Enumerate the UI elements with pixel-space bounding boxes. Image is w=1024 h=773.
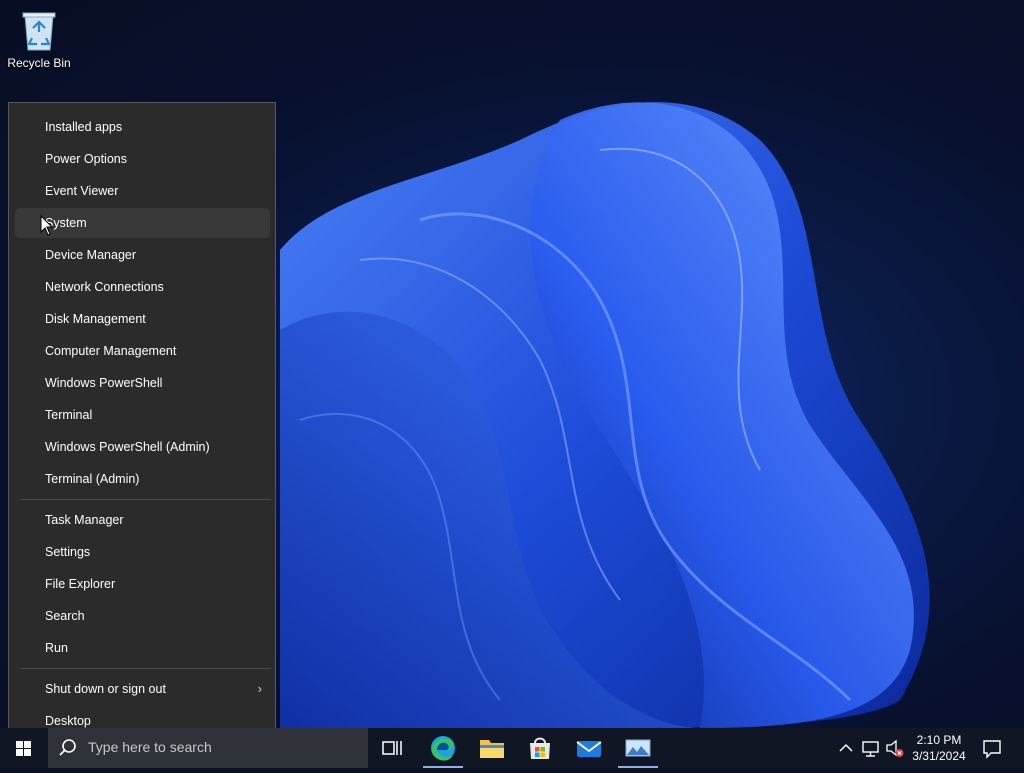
edge-icon (431, 736, 455, 761)
search-icon (59, 739, 76, 756)
winx-context-menu: Installed apps Power Options Event Viewe… (8, 102, 276, 744)
taskbar-app-photos[interactable] (614, 728, 662, 768)
task-view-icon (382, 741, 402, 755)
menu-item-network-connections[interactable]: Network Connections (15, 272, 270, 302)
menu-item-task-manager[interactable]: Task Manager (15, 505, 270, 535)
menu-item-installed-apps[interactable]: Installed apps (15, 112, 270, 142)
file-explorer-icon (480, 740, 504, 758)
mail-icon (576, 741, 602, 757)
volume-muted-icon[interactable] (884, 728, 906, 768)
notification-icon[interactable] (980, 728, 1004, 768)
menu-item-label: Shut down or sign out (45, 682, 166, 696)
menu-item-search[interactable]: Search (15, 601, 270, 631)
clock-date: 3/31/2024 (912, 749, 966, 763)
taskbar-clock[interactable]: 2:10 PM 3/31/2024 (904, 732, 974, 764)
photos-icon (625, 739, 651, 757)
network-icon[interactable] (860, 728, 882, 768)
menu-item-event-viewer[interactable]: Event Viewer (15, 176, 270, 206)
mouse-cursor-icon (40, 215, 54, 236)
taskbar-app-edge[interactable] (419, 728, 467, 768)
start-button[interactable] (0, 728, 48, 768)
menu-item-disk-management[interactable]: Disk Management (15, 304, 270, 334)
menu-item-windows-powershell[interactable]: Windows PowerShell (15, 368, 270, 398)
clock-time: 2:10 PM (916, 733, 962, 747)
menu-separator (21, 499, 271, 500)
chevron-up-icon[interactable] (836, 728, 856, 768)
windows-logo-icon (16, 741, 31, 756)
taskbar-app-microsoft-store[interactable] (516, 728, 564, 768)
menu-item-shut-down-or-sign-out[interactable]: Shut down or sign out › (15, 674, 270, 704)
desktop-icon-label: Recycle Bin (7, 56, 71, 70)
task-view-button[interactable] (368, 728, 416, 768)
chevron-right-icon: › (257, 681, 262, 696)
menu-separator (21, 668, 271, 669)
taskbar: Type here to search 2:10 PM 3/31/2024 (0, 728, 1024, 768)
taskbar-search-box[interactable]: Type here to search (48, 728, 368, 768)
menu-item-settings[interactable]: Settings (15, 537, 270, 567)
recycle-bin-icon (19, 8, 59, 52)
search-placeholder: Type here to search (88, 739, 212, 755)
menu-item-windows-powershell-admin[interactable]: Windows PowerShell (Admin) (15, 432, 270, 462)
menu-item-terminal[interactable]: Terminal (15, 400, 270, 430)
menu-item-terminal-admin[interactable]: Terminal (Admin) (15, 464, 270, 494)
taskbar-app-mail[interactable] (565, 728, 613, 768)
menu-item-device-manager[interactable]: Device Manager (15, 240, 270, 270)
menu-item-power-options[interactable]: Power Options (15, 144, 270, 174)
menu-item-run[interactable]: Run (15, 633, 270, 663)
microsoft-store-icon (530, 737, 550, 759)
menu-item-file-explorer[interactable]: File Explorer (15, 569, 270, 599)
menu-item-computer-management[interactable]: Computer Management (15, 336, 270, 366)
desktop-icon-recycle-bin[interactable]: Recycle Bin (6, 6, 72, 80)
taskbar-app-file-explorer[interactable] (468, 728, 516, 768)
